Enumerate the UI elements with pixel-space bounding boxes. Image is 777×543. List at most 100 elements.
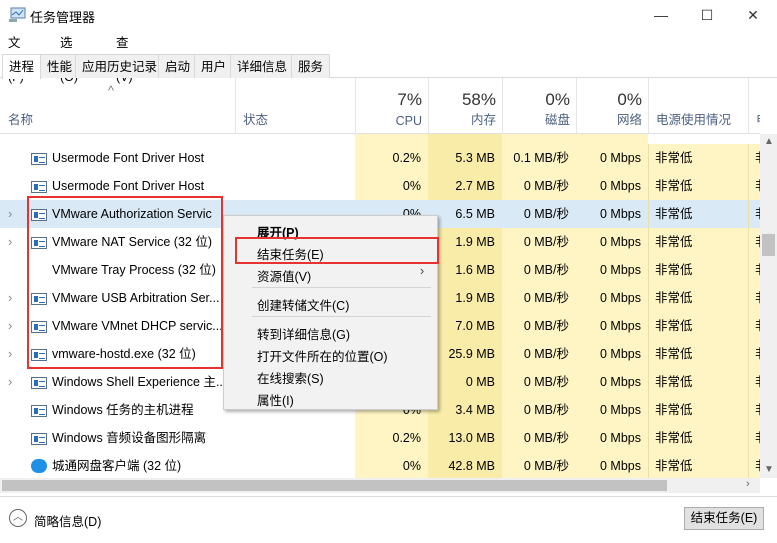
cell-power-trend: 非 — [748, 396, 760, 424]
tab-app-history[interactable]: 应用历史记录 — [75, 54, 165, 78]
scroll-right-icon[interactable]: › — [746, 478, 750, 490]
cell-net: 0 Mbps — [576, 424, 648, 452]
col-power[interactable]: 电源使用情况 — [648, 78, 748, 134]
maximize-button[interactable]: ☐ — [684, 0, 730, 30]
highlight-vmware-processes — [27, 196, 223, 369]
cell-mem: 0 MB — [428, 368, 502, 396]
process-icon — [31, 405, 47, 417]
sort-up-icon: ^ — [108, 84, 114, 98]
table-row-partial — [0, 134, 760, 144]
cell-power-trend: 非 — [748, 312, 760, 340]
col-power-trend[interactable]: 电源 — [748, 78, 760, 134]
col-name[interactable]: ^ 名称 — [0, 78, 235, 134]
cell-mem: 1.6 MB — [428, 256, 502, 284]
cell-cpu: 0% — [355, 452, 428, 480]
cell-disk: 0 MB/秒 — [502, 396, 576, 424]
menu-resource-values[interactable]: 资源值(V) — [257, 266, 311, 285]
cell-power: 非常低 — [648, 368, 748, 396]
menu-search-online[interactable]: 在线搜索(S) — [257, 368, 324, 387]
cell-power-trend: 非 — [748, 284, 760, 312]
col-disk[interactable]: 0% 磁盘 — [502, 78, 576, 134]
menu-separator — [252, 316, 431, 317]
cell-disk: 0 MB/秒 — [502, 452, 576, 480]
cell-net: 0 Mbps — [576, 340, 648, 368]
process-name: 城通网盘客户端 (32 位) — [52, 459, 182, 473]
cell-power: 非常低 — [648, 144, 748, 172]
cell-power-trend: 非 — [748, 144, 760, 172]
fewer-details-link[interactable]: 简略信息(D) — [34, 511, 101, 530]
vertical-scrollbar[interactable]: ▲ ▼ — [760, 134, 777, 478]
process-icon — [31, 377, 47, 389]
cell-mem: 6.5 MB — [455, 207, 495, 221]
cell-net: 0 Mbps — [576, 312, 648, 340]
menu-separator — [252, 287, 431, 288]
hscroll-thumb[interactable] — [2, 480, 667, 491]
cell-power-trend: 非 — [748, 172, 760, 200]
expand-chevron-icon[interactable]: › — [8, 340, 12, 368]
cell-net: 0 Mbps — [576, 284, 648, 312]
expand-chevron-icon[interactable]: › — [8, 200, 12, 228]
col-status[interactable]: 状态 — [235, 78, 355, 134]
menu-create-dump[interactable]: 创建转储文件(C) — [257, 295, 349, 314]
cloud-icon — [31, 459, 47, 473]
tab-performance[interactable]: 性能 — [40, 54, 80, 78]
cell-power: 非常低 — [648, 228, 748, 256]
minimize-button[interactable]: — — [638, 0, 684, 30]
cell-power-trend: 非 — [748, 368, 760, 396]
menu-go-to-details[interactable]: 转到详细信息(G) — [257, 324, 350, 343]
cell-disk: 0 MB/秒 — [502, 284, 576, 312]
cell-power: 非常低 — [648, 340, 748, 368]
cell-power-trend: 非 — [748, 256, 760, 284]
cell-net: 0 Mbps — [576, 144, 648, 172]
cell-disk: 0 MB/秒 — [502, 228, 576, 256]
scroll-up-icon[interactable]: ▲ — [764, 136, 774, 147]
tab-startup[interactable]: 启动 — [158, 54, 198, 78]
cell-disk: 0 MB/秒 — [502, 368, 576, 396]
table-row[interactable]: 城通网盘客户端 (32 位) 0%42.8 MB0 MB/秒0 Mbps非常低非 — [0, 452, 760, 480]
table-row[interactable]: Windows 音频设备图形隔离 0.2% 13.0 MB 0 MB/秒 0 Mbps 非… — [0, 424, 760, 452]
cell-disk — [502, 134, 576, 144]
title-bar: 任务管理器 — ☐ ✕ — [0, 0, 777, 30]
tab-details[interactable]: 详细信息 — [230, 54, 295, 78]
collapse-up-icon[interactable]: ︿ — [9, 509, 27, 527]
tab-users[interactable]: 用户 — [194, 54, 234, 78]
window-title: 任务管理器 — [30, 10, 96, 25]
cell-power: 非常低 — [648, 396, 748, 424]
expand-chevron-icon[interactable]: › — [8, 368, 12, 396]
col-memory[interactable]: 58% 内存 — [428, 78, 502, 134]
cell-mem — [428, 134, 502, 144]
cell-power: 非常低 — [648, 452, 748, 480]
cell-mem: 2.7 MB — [428, 172, 502, 200]
cell-power: 非常低 — [648, 200, 748, 228]
cell-cpu: 0% — [355, 172, 428, 200]
highlight-end-task — [235, 237, 439, 264]
cell-disk: 0.1 MB/秒 — [502, 144, 576, 172]
cell-cpu — [355, 134, 428, 144]
tab-services[interactable]: 服务 — [291, 54, 331, 78]
menu-properties[interactable]: 属性(I) — [257, 390, 294, 409]
cell-power: 非常低 — [648, 312, 748, 340]
expand-chevron-icon[interactable]: › — [8, 312, 12, 340]
cell-net: 0 Mbps — [576, 396, 648, 424]
menu-open-file-location[interactable]: 打开文件所在的位置(O) — [257, 346, 388, 365]
cell-mem: 13.0 MB — [428, 424, 502, 452]
scroll-down-icon[interactable]: ▼ — [764, 464, 774, 475]
cell-disk: 0 MB/秒 — [502, 312, 576, 340]
cell-cpu: 0.2% — [355, 424, 428, 452]
close-button[interactable]: ✕ — [730, 0, 776, 30]
expand-chevron-icon[interactable]: › — [8, 284, 12, 312]
submenu-arrow-icon: › — [420, 264, 425, 278]
end-task-button[interactable]: 结束任务(E) — [684, 507, 764, 530]
expand-chevron-icon[interactable]: › — [8, 228, 12, 256]
col-network[interactable]: 0% 网络 — [576, 78, 648, 134]
col-cpu[interactable]: 7% CPU — [355, 78, 428, 134]
table-row[interactable]: Usermode Font Driver Host 0.2% 5.3 MB 0.1 M… — [0, 144, 760, 172]
cell-mem: 42.8 MB — [428, 452, 502, 480]
tab-processes[interactable]: 进程 — [2, 54, 42, 79]
scroll-thumb[interactable] — [762, 234, 775, 256]
process-name: Windows Shell Experience 主... — [52, 375, 222, 389]
cell-mem: 3.4 MB — [428, 396, 502, 424]
cell-power: 非常低 — [648, 172, 748, 200]
cell-power: 非常低 — [648, 424, 748, 452]
horizontal-scrollbar[interactable]: › — [0, 478, 760, 493]
